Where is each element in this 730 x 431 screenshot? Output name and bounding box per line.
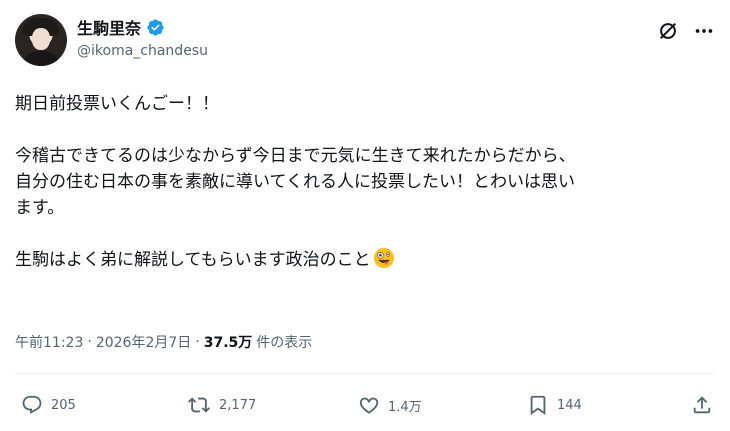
- meta-separator: ·: [195, 334, 200, 350]
- share-icon: [691, 394, 713, 416]
- bookmark-icon: [527, 394, 549, 416]
- tweet-line: 今稽古できてるのは少なからず今日まで元気に生きて来れたからだから、: [15, 146, 576, 166]
- tweet-time[interactable]: 午前11:23: [15, 332, 83, 352]
- tweet-line: 期日前投票いくんごー！！: [15, 94, 219, 114]
- zany-face-emoji: [373, 247, 395, 269]
- action-bar: 205 2,177 1.4万 144: [15, 390, 715, 426]
- top-actions: [657, 20, 715, 42]
- tweet-date[interactable]: 2026年2月7日: [96, 332, 191, 352]
- repost-button[interactable]: 2,177: [187, 394, 256, 416]
- verified-badge-icon: [146, 18, 165, 37]
- tweet-line-last: 生駒はよく弟に解説してもらいます政治のこと: [15, 247, 715, 273]
- repost-icon: [187, 394, 211, 416]
- share-button[interactable]: [691, 394, 713, 416]
- grok-icon[interactable]: [657, 20, 679, 42]
- avatar[interactable]: [15, 14, 67, 66]
- tweet-line: ます。: [15, 198, 65, 218]
- reply-button[interactable]: 205: [21, 394, 76, 416]
- bookmark-button[interactable]: 144: [527, 394, 582, 416]
- bookmark-count: 144: [557, 397, 582, 413]
- heart-icon: [358, 394, 380, 416]
- tweet-line: 生駒はよく弟に解説してもらいます政治のこと: [15, 250, 371, 270]
- views-count[interactable]: 37.5万: [204, 332, 253, 352]
- author-names: 生駒里奈 @ikoma_chandesu: [77, 16, 208, 59]
- repost-count: 2,177: [219, 397, 257, 413]
- tweet-line: 自分の住む日本の事を素敵に導いてくれる人に投票したい！とわいは思い: [15, 172, 575, 192]
- meta-separator: ·: [87, 334, 92, 350]
- more-options-icon[interactable]: [693, 20, 715, 42]
- tweet-text: 期日前投票いくんごー！！ 今稽古できてるのは少なからず今日まで元気に生きて来れた…: [15, 91, 715, 273]
- tweet-header: 生駒里奈 @ikoma_chandesu: [15, 14, 715, 66]
- reply-icon: [21, 394, 43, 416]
- tweet-metadata: 午前11:23 · 2026年2月7日 · 37.5万 件の表示: [15, 332, 312, 352]
- like-button[interactable]: 1.4万: [358, 394, 422, 416]
- reply-count: 205: [51, 397, 76, 413]
- like-count: 1.4万: [388, 399, 422, 415]
- views-label: 件の表示: [256, 335, 313, 351]
- author-display-name[interactable]: 生駒里奈: [77, 15, 141, 39]
- author-handle[interactable]: @ikoma_chandesu: [77, 43, 208, 59]
- divider: [15, 373, 715, 374]
